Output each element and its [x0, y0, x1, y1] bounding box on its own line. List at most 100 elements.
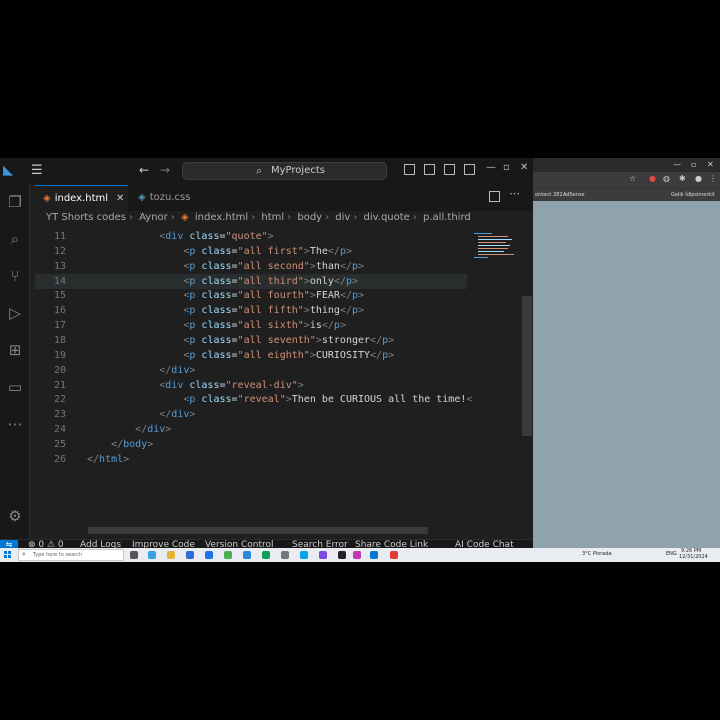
app-icon[interactable]	[353, 551, 361, 559]
breadcrumb-item[interactable]: div.quote	[364, 212, 410, 223]
code-text: </html>	[87, 452, 129, 467]
bookmark-item[interactable]: Gelik İdipsimerkit	[671, 192, 715, 198]
remote-explorer-icon[interactable]: ▭	[6, 378, 24, 396]
code-line[interactable]: 26 </html>	[35, 452, 467, 467]
back-arrow-icon[interactable]: ←	[139, 163, 149, 177]
chrome-icon[interactable]	[224, 551, 232, 559]
code-line[interactable]: 12 <p class="all first">The</p>	[35, 244, 467, 259]
app-icon[interactable]	[319, 551, 327, 559]
run-debug-icon[interactable]: ▷	[6, 304, 24, 322]
more-actions-icon[interactable]: ⋯	[509, 187, 520, 200]
extensions-icon[interactable]: ⊞	[6, 341, 24, 359]
breadcrumb-item[interactable]: body	[297, 212, 322, 223]
edge-icon[interactable]	[148, 551, 156, 559]
command-center[interactable]: ⌕ MyProjects	[182, 162, 387, 180]
code-token: >	[267, 231, 274, 242]
code-token: >	[339, 320, 346, 332]
tab-index-html[interactable]: ◈ index.html ✕	[35, 185, 128, 211]
vscode-taskbar-icon[interactable]	[370, 551, 378, 559]
weather-widget[interactable]: 3°C Plorada	[582, 551, 612, 557]
code-line[interactable]: 22 <p class="reveal">Then be CURIOUS all…	[35, 392, 472, 407]
taskbar-search[interactable]: ⌕ Type here to search	[18, 549, 124, 561]
file-explorer-icon[interactable]	[167, 551, 175, 559]
code-line[interactable]: 14 <p class="all third">only</p>	[35, 273, 467, 289]
forward-arrow-icon[interactable]: →	[160, 163, 170, 177]
app-icon[interactable]	[243, 551, 251, 559]
app-icon[interactable]	[262, 551, 270, 559]
breadcrumb-item[interactable]: div	[335, 212, 350, 223]
language-indicator[interactable]: ENG	[666, 551, 677, 557]
breadcrumb-item[interactable]: index.html	[195, 212, 248, 223]
more-icon[interactable]: ⋯	[6, 415, 24, 433]
app-icon[interactable]	[390, 551, 398, 559]
extension-icon[interactable]: ●	[649, 174, 656, 183]
breadcrumb-item[interactable]: html	[261, 212, 284, 223]
clock-date[interactable]: 12/31/2024	[679, 554, 708, 560]
code-line[interactable]: 17 <p class="all sixth">is</p>	[35, 318, 467, 333]
html-file-icon: ◈	[43, 193, 51, 204]
line-number: 12	[53, 245, 66, 257]
code-line[interactable]: 20 </div>	[35, 363, 467, 378]
toggle-sidebar-icon[interactable]	[404, 164, 415, 175]
maximize-icon[interactable]: ▫	[503, 162, 510, 173]
code-token: thing	[309, 305, 340, 317]
code-line[interactable]: 15 <p class="all fourth">FEAR</p>	[35, 288, 467, 303]
code-line[interactable]: 16 <p class="all fifth">thing</p>	[35, 303, 467, 318]
tab-bar: ◈ index.html ✕ ◈ tozu.css ⋯	[35, 185, 533, 211]
breadcrumb-item[interactable]: p.all.third	[423, 212, 471, 223]
source-control-icon[interactable]: ⑂	[6, 267, 24, 285]
app-icon[interactable]	[338, 551, 346, 559]
menu-icon[interactable]: ☰	[31, 163, 43, 178]
code-token: >	[352, 275, 359, 287]
breadcrumb-item[interactable]: YT Shorts codes	[46, 212, 126, 223]
code-line[interactable]: 21 <div class="reveal-div">	[35, 378, 467, 393]
app-icon[interactable]	[300, 551, 308, 559]
close-tab-icon[interactable]: ✕	[116, 193, 124, 204]
mail-icon[interactable]	[205, 551, 213, 559]
tab-tozu-css[interactable]: ◈ tozu.css	[130, 185, 210, 211]
star-icon[interactable]: ☆	[629, 174, 636, 183]
profile-icon[interactable]: ●	[695, 174, 702, 183]
line-number: 23	[53, 409, 66, 421]
close-window-icon[interactable]: ✕	[707, 160, 714, 169]
code-token: >	[358, 260, 365, 272]
code-line[interactable]: 18 <p class="all seventh">stronger</p>	[35, 333, 467, 348]
explorer-icon[interactable]: ❐	[6, 193, 24, 211]
code-token: >	[388, 334, 395, 346]
toggle-panel-icon[interactable]	[424, 164, 435, 175]
close-window-icon[interactable]: ✕	[520, 162, 528, 173]
html-file-icon: ◈	[180, 212, 189, 223]
puzzle-icon[interactable]: ✱	[679, 174, 686, 183]
minimap[interactable]	[470, 229, 522, 269]
task-view-icon[interactable]	[130, 551, 138, 559]
minimize-icon[interactable]: —	[673, 160, 681, 169]
minimize-icon[interactable]: —	[486, 162, 496, 173]
toggle-secondary-sidebar-icon[interactable]	[444, 164, 455, 175]
code-token: class	[189, 379, 220, 391]
code-token: >	[358, 305, 365, 317]
split-editor-icon[interactable]	[489, 191, 500, 202]
bookmark-item[interactable]: AdSense	[563, 192, 585, 198]
code-line[interactable]: 24 </div>	[35, 422, 467, 437]
store-icon[interactable]	[186, 551, 194, 559]
extension-icon[interactable]: ◍	[663, 174, 670, 183]
code-line[interactable]: 25 </body>	[35, 437, 467, 452]
maximize-icon[interactable]: ▫	[691, 160, 696, 169]
horizontal-scrollbar[interactable]	[88, 527, 428, 534]
vertical-scrollbar[interactable]	[522, 296, 532, 436]
code-line[interactable]: 19 <p class="all eighth">CURIOSITY</p>	[35, 348, 467, 363]
start-button[interactable]	[4, 551, 12, 559]
browser-menu-icon[interactable]: ⋮	[709, 174, 717, 183]
code-token: </	[87, 453, 100, 465]
customize-layout-icon[interactable]	[464, 164, 475, 175]
breadcrumb-item[interactable]: Aynor	[139, 212, 168, 223]
code-token: >	[165, 424, 172, 436]
code-line[interactable]: 11 <div class="quote">	[35, 229, 467, 244]
settings-gear-icon[interactable]: ⚙	[6, 507, 24, 525]
code-line[interactable]: 23 </div>	[35, 407, 467, 422]
code-line[interactable]: 13 <p class="all second">than</p>	[35, 259, 467, 274]
code-token: </	[370, 334, 383, 346]
search-icon[interactable]: ⌕	[6, 230, 24, 248]
app-icon[interactable]	[281, 551, 289, 559]
code-editor[interactable]: 11 <div class="quote"> 12 <p class="all f…	[35, 229, 472, 529]
